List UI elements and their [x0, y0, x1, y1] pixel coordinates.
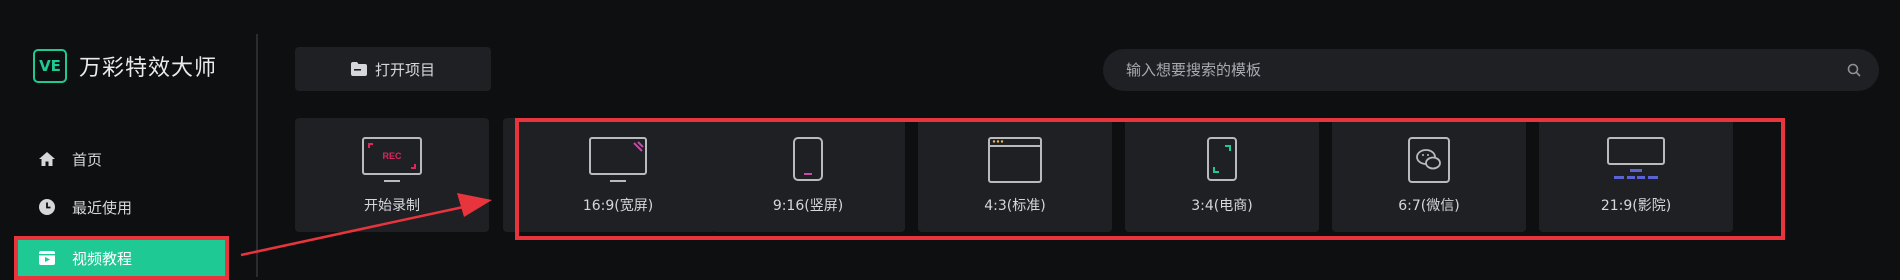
- home-icon: [38, 150, 56, 168]
- folder-icon: [350, 62, 367, 76]
- open-project-label: 打开项目: [374, 60, 435, 79]
- rec-badge: REC: [382, 151, 402, 161]
- app-name: 万彩特效大师: [79, 56, 218, 81]
- clock-icon: [38, 198, 56, 216]
- start-recording-card[interactable]: REC 开始录制: [295, 118, 489, 232]
- template-search-box[interactable]: [1103, 49, 1879, 91]
- app-logo: VE 万彩特效大师: [33, 49, 217, 83]
- open-project-button[interactable]: 打开项目: [295, 47, 491, 91]
- record-icon: REC: [360, 136, 424, 184]
- search-input[interactable]: [1124, 60, 1847, 80]
- card-label: 开始录制: [364, 198, 420, 214]
- logo-mark: VE: [33, 49, 67, 83]
- search-icon[interactable]: [1847, 63, 1861, 77]
- sidebar-item-home[interactable]: 首页: [14, 140, 225, 178]
- sidebar-item-recent[interactable]: 最近使用: [14, 188, 225, 226]
- sidebar-divider: [256, 34, 258, 277]
- sidebar-item-label: 首页: [72, 150, 103, 169]
- sidebar-item-label: 最近使用: [72, 198, 133, 217]
- annotation-box-ratio-cards: [515, 118, 1785, 240]
- annotation-box-sidebar: [14, 236, 229, 280]
